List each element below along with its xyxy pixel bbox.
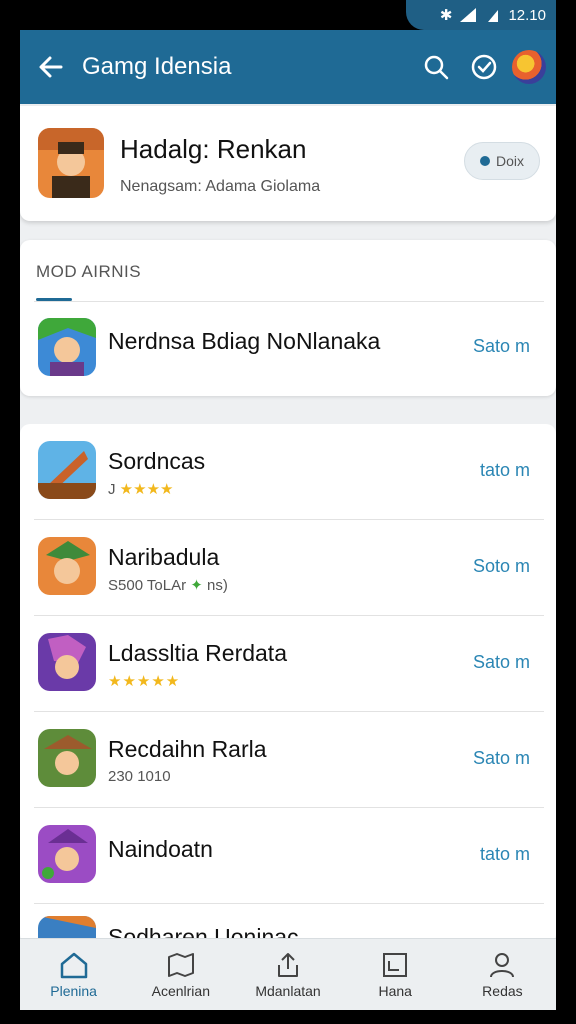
status-bar: ✱ 12.10	[20, 0, 556, 30]
nav-label: Acenlrian	[151, 982, 210, 999]
rating-stars: ★★★★	[119, 481, 174, 498]
list-item[interactable]: Ldassltia Rerdata ★★★★★ Sato m	[20, 616, 556, 712]
list-item-icon	[38, 441, 96, 499]
nav-label: Redas	[482, 982, 523, 999]
rating-text: J	[108, 481, 116, 498]
back-button[interactable]	[26, 42, 76, 92]
nav-item-share[interactable]: Mdanlatan	[234, 939, 341, 1010]
app-list: Sordncas J ★★★★ tato m Naribadula S500 T…	[20, 424, 556, 944]
list-item[interactable]: Naribadula S500 ToLAr ✦ ns) Soto m	[20, 520, 556, 616]
search-button[interactable]	[412, 43, 460, 91]
share-icon	[278, 952, 298, 977]
list-item-meta: 230 1010	[108, 768, 171, 785]
list-item-rating: J ★★★★	[108, 480, 173, 498]
mod-app-action[interactable]: Sato m	[473, 336, 530, 357]
profile-icon	[490, 952, 515, 977]
list-item-name: Recdaihn Rarla	[108, 736, 267, 762]
dot-icon	[479, 156, 490, 166]
nav-label: Plenina	[50, 982, 97, 999]
status-time: 12.10	[508, 6, 546, 24]
meta-extra: ns)	[207, 577, 228, 594]
mod-app-icon	[38, 318, 96, 376]
app-screen: ✱ 12.10 Gamg Idensia Hadalg: Renkan Nena…	[20, 0, 556, 1010]
list-item-action[interactable]: tato m	[480, 460, 530, 481]
featured-app-name: Hadalg: Renkan	[120, 134, 307, 164]
nav-label: Mdanlatan	[255, 982, 321, 999]
list-item-action[interactable]: Sato m	[473, 652, 530, 673]
nav-item-profile[interactable]: Redas	[449, 939, 556, 1010]
featured-card[interactable]: Hadalg: Renkan Nenagsam: Adama Giolama D…	[20, 106, 556, 221]
nav-label: Hana	[378, 982, 412, 999]
list-item-name: Sordncas	[108, 448, 206, 474]
signal-icon	[460, 8, 477, 22]
list-item-action[interactable]: Soto m	[473, 556, 530, 577]
map-icon	[167, 952, 194, 977]
rating-stars: ★★★★★	[108, 673, 181, 690]
list-item-name: Naribadula	[108, 544, 220, 570]
list-item-meta: S500 ToLAr ✦ ns)	[108, 576, 228, 594]
list-item-name: Ldassltia Rerdata	[108, 640, 287, 666]
list-item[interactable]: Recdaihn Rarla 230 1010 Sato m	[20, 712, 556, 808]
list-item-icon	[38, 537, 96, 595]
nav-item-home[interactable]: Plenina	[20, 939, 127, 1010]
featured-app-subtitle: Nenagsam: Adama Giolama	[120, 178, 321, 195]
bottom-nav: Plenina Acenlrian Mdanlatan Hana Redas	[20, 938, 556, 1010]
section-tab-indicator	[36, 298, 72, 301]
clock-icon	[471, 54, 497, 80]
nav-item-image[interactable]: Hana	[342, 939, 449, 1010]
app-title: Gamg Idensia	[82, 53, 232, 80]
battery-icon	[488, 10, 499, 22]
mod-section-card: MOD AIRNIS Nerdnsa Bdiag NoNlanaka Sato …	[20, 240, 556, 396]
app-bar: Gamg Idensia	[20, 30, 556, 104]
meta-text: S500 ToLAr	[108, 577, 187, 594]
list-item-icon	[38, 729, 96, 787]
clock-button[interactable]	[460, 43, 508, 91]
leaf-icon: ✦	[190, 577, 203, 594]
mod-app-name: Nerdnsa Bdiag NoNlanaka	[108, 328, 381, 354]
home-icon	[60, 952, 87, 978]
list-item[interactable]: Naindoatn tato m	[20, 808, 556, 904]
list-item-icon	[38, 633, 96, 691]
list-item-name: Naindoatn	[108, 836, 213, 862]
bluetooth-icon: ✱	[439, 7, 453, 24]
profile-avatar[interactable]	[512, 50, 546, 84]
mod-list-item[interactable]: Nerdnsa Bdiag NoNlanaka Sato m	[20, 302, 556, 396]
nav-item-map[interactable]: Acenlrian	[127, 939, 234, 1010]
section-title: MOD AIRNIS	[36, 262, 142, 281]
list-item[interactable]: Sordncas J ★★★★ tato m	[20, 424, 556, 520]
featured-app-icon	[38, 128, 104, 198]
back-arrow-icon	[39, 56, 63, 78]
status-icons: ✱ 12.10	[439, 6, 546, 25]
list-item-action[interactable]: Sato m	[473, 748, 530, 769]
featured-action-label: Doix	[495, 153, 524, 169]
featured-action-button[interactable]: Doix	[464, 142, 540, 180]
list-item-action[interactable]: tato m	[480, 844, 530, 865]
search-icon	[424, 55, 449, 80]
image-icon	[383, 952, 408, 977]
list-item-icon	[38, 825, 96, 883]
